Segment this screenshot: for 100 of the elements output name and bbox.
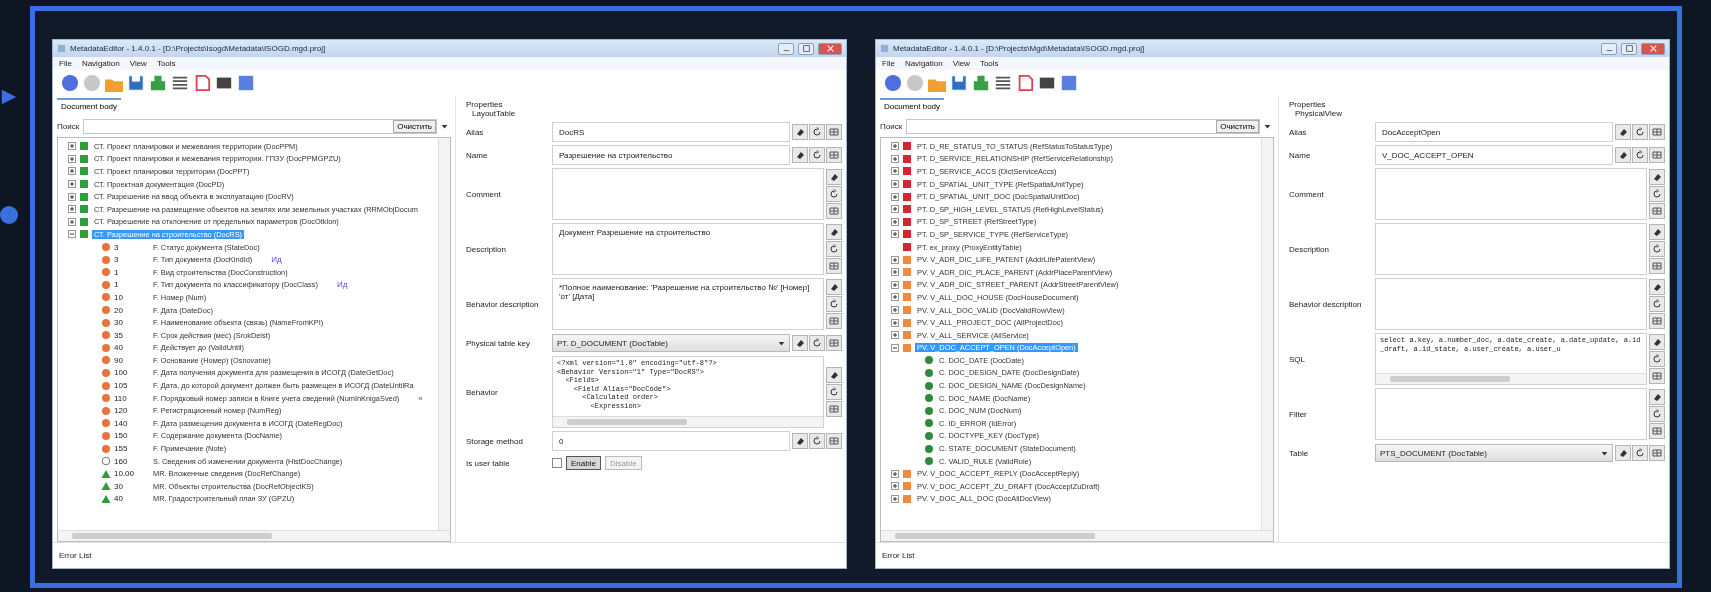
- menu-item[interactable]: Navigation: [904, 59, 943, 68]
- field-action-button[interactable]: [1649, 406, 1665, 422]
- field-action-button[interactable]: [1649, 186, 1665, 202]
- field-action-button[interactable]: [1649, 241, 1665, 257]
- expand-icon[interactable]: [68, 192, 76, 201]
- expand-icon[interactable]: [68, 154, 76, 163]
- text-field[interactable]: V_DOC_ACCEPT_OPEN: [1375, 145, 1613, 165]
- expand-icon[interactable]: [891, 268, 899, 277]
- expand-icon[interactable]: [891, 482, 899, 491]
- expand-icon[interactable]: [68, 217, 76, 226]
- minimize-button[interactable]: [778, 42, 794, 55]
- menu-item[interactable]: View: [952, 59, 970, 68]
- field-action-button[interactable]: [1632, 147, 1648, 163]
- menu-item[interactable]: File: [59, 59, 72, 68]
- expand-icon[interactable]: [68, 167, 76, 176]
- field-action-button[interactable]: [826, 433, 842, 449]
- document-tab[interactable]: Document body: [880, 98, 945, 113]
- expand-icon[interactable]: [891, 306, 899, 314]
- expand-icon[interactable]: [68, 142, 76, 151]
- search-field[interactable]: Очистить: [906, 118, 1260, 134]
- search-field[interactable]: Очистить: [83, 118, 437, 134]
- horizontal-scrollbar[interactable]: [58, 530, 450, 541]
- maximize-button[interactable]: [798, 42, 814, 55]
- clear-button[interactable]: Очистить: [1216, 119, 1259, 133]
- menu-item[interactable]: File: [882, 59, 895, 68]
- field-action-button[interactable]: [809, 335, 825, 351]
- field-action-button[interactable]: [826, 241, 842, 257]
- toolbar-button[interactable]: [193, 73, 212, 93]
- maximize-button[interactable]: [1621, 42, 1637, 55]
- document-tab[interactable]: Document body: [57, 98, 122, 113]
- field-action-button[interactable]: [1615, 147, 1631, 163]
- status-text[interactable]: Error List: [882, 551, 915, 560]
- clear-button[interactable]: Очистить: [393, 119, 436, 133]
- field-action-button[interactable]: [1649, 279, 1665, 295]
- toolbar-button[interactable]: [950, 73, 969, 93]
- menu-item[interactable]: View: [129, 59, 147, 68]
- field-action-button[interactable]: [1632, 445, 1648, 461]
- field-action-button[interactable]: [826, 203, 842, 219]
- menu-item[interactable]: Tools: [979, 59, 999, 68]
- field-action-button[interactable]: [1649, 368, 1665, 384]
- field-action-button[interactable]: [1649, 169, 1665, 185]
- text-field[interactable]: DocRS: [552, 122, 790, 142]
- field-action-button[interactable]: [826, 224, 842, 240]
- status-text[interactable]: Error List: [59, 551, 92, 560]
- expand-icon[interactable]: [68, 205, 76, 214]
- menu-item[interactable]: Tools: [156, 59, 176, 68]
- field-action-button[interactable]: [809, 433, 825, 449]
- toggle-button[interactable]: Enable: [566, 456, 601, 470]
- expand-icon[interactable]: [891, 331, 899, 340]
- field-action-button[interactable]: [826, 169, 842, 185]
- expand-icon[interactable]: [891, 180, 899, 189]
- number-field[interactable]: 0: [552, 431, 790, 451]
- close-button[interactable]: [1641, 42, 1665, 55]
- expand-icon[interactable]: [891, 293, 899, 302]
- field-action-button[interactable]: [826, 367, 842, 383]
- expand-icon[interactable]: [891, 230, 899, 239]
- field-action-button[interactable]: [1649, 296, 1665, 312]
- expand-icon[interactable]: [891, 192, 899, 201]
- close-button[interactable]: [818, 42, 842, 55]
- toolbar-button[interactable]: [127, 73, 146, 93]
- expand-icon[interactable]: [891, 494, 899, 503]
- expand-icon[interactable]: [891, 142, 899, 151]
- dropdown-field[interactable]: PT. D_DOCUMENT (DocTable): [552, 334, 790, 352]
- minimize-button[interactable]: [1601, 42, 1617, 55]
- field-action-button[interactable]: [826, 335, 842, 351]
- field-action-button[interactable]: [826, 258, 842, 274]
- field-action-button[interactable]: [792, 335, 808, 351]
- field-action-button[interactable]: [792, 147, 808, 163]
- field-action-button[interactable]: [1649, 147, 1665, 163]
- expand-icon[interactable]: [891, 280, 899, 289]
- vertical-scrollbar[interactable]: [1261, 138, 1273, 530]
- toolbar-button[interactable]: [1016, 73, 1035, 93]
- field-action-button[interactable]: [1649, 124, 1665, 140]
- field-action-button[interactable]: [1649, 351, 1665, 367]
- field-action-button[interactable]: [1649, 224, 1665, 240]
- field-action-button[interactable]: [1649, 258, 1665, 274]
- field-action-button[interactable]: [826, 279, 842, 295]
- field-action-button[interactable]: [826, 186, 842, 202]
- field-action-button[interactable]: [826, 313, 842, 329]
- field-action-button[interactable]: [1649, 445, 1665, 461]
- horizontal-scrollbar[interactable]: [881, 530, 1273, 541]
- field-action-button[interactable]: [1649, 423, 1665, 439]
- field-action-button[interactable]: [1649, 334, 1665, 350]
- field-action-button[interactable]: [1615, 124, 1631, 140]
- expand-icon[interactable]: [68, 180, 76, 189]
- checkbox[interactable]: [552, 458, 562, 468]
- expand-icon[interactable]: [891, 217, 899, 226]
- text-field[interactable]: DocAcceptOpen: [1375, 122, 1613, 142]
- menu-item[interactable]: Navigation: [81, 59, 120, 68]
- collapse-icon[interactable]: [68, 230, 76, 239]
- text-area[interactable]: Документ Разрешение на строительство: [552, 223, 824, 275]
- collapse-icon[interactable]: [891, 343, 899, 352]
- field-action-button[interactable]: [826, 401, 842, 417]
- field-action-button[interactable]: [792, 433, 808, 449]
- field-action-button[interactable]: [1615, 445, 1631, 461]
- dropdown-field[interactable]: PTS_DOCUMENT (DocTable): [1375, 444, 1613, 462]
- field-action-button[interactable]: [809, 124, 825, 140]
- field-action-button[interactable]: [1649, 203, 1665, 219]
- field-action-button[interactable]: [826, 296, 842, 312]
- field-action-button[interactable]: [1649, 313, 1665, 329]
